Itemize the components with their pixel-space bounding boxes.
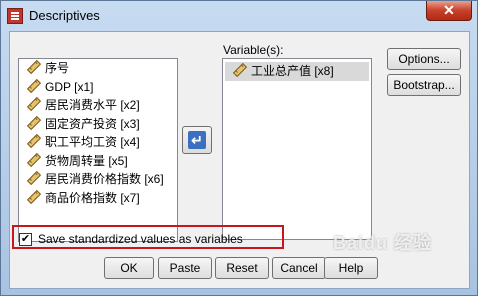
- scale-ruler-icon: [26, 115, 42, 130]
- list-item-label: 序号: [45, 61, 70, 75]
- variables-label: Variable(s):: [223, 43, 284, 57]
- reset-button[interactable]: Reset: [215, 257, 269, 279]
- list-item[interactable]: 居民消费水平 [x2]: [19, 96, 177, 115]
- bootstrap-button[interactable]: Bootstrap...: [387, 74, 461, 96]
- help-button[interactable]: Help: [324, 257, 378, 279]
- title-bar[interactable]: Descriptives ✕: [1, 1, 477, 31]
- scale-ruler-icon: [232, 62, 248, 78]
- spss-app-icon: [7, 8, 23, 24]
- list-item-label: 居民消费水平 [x2]: [45, 98, 140, 112]
- scale-ruler-icon: [26, 133, 42, 149]
- move-variable-button[interactable]: ↵: [182, 126, 212, 154]
- list-item[interactable]: 序号: [19, 59, 177, 78]
- scale-ruler-icon: [26, 189, 42, 204]
- list-item-label: 商品价格指数 [x7]: [45, 190, 140, 205]
- close-button[interactable]: ✕: [426, 1, 472, 21]
- scale-ruler-icon: [26, 152, 42, 167]
- list-item[interactable]: 职工平均工资 [x4]: [19, 133, 177, 152]
- baidu-watermark: Baidu 经验: [333, 233, 433, 253]
- scale-ruler-icon: [26, 170, 42, 186]
- list-item[interactable]: 商品价格指数 [x7]: [19, 189, 177, 208]
- selected-variables-list[interactable]: 工业总产值 [x8]: [222, 58, 372, 240]
- list-item[interactable]: 工业总产值 [x8]: [225, 62, 369, 81]
- save-standardized-label[interactable]: Save standardized values as variables: [38, 232, 243, 246]
- scale-ruler-icon: [26, 78, 42, 93]
- source-variable-list[interactable]: 序号 GDP [x1] 居民消费水平 [x2] 固定资产投资 [x3] 职工平均…: [18, 58, 178, 242]
- list-item-label: 居民消费价格指数 [x6]: [45, 172, 164, 186]
- ok-button[interactable]: OK: [104, 257, 154, 279]
- scale-ruler-icon: [26, 96, 42, 112]
- list-item-label: 固定资产投资 [x3]: [45, 116, 140, 131]
- list-item[interactable]: 居民消费价格指数 [x6]: [19, 170, 177, 189]
- paste-button[interactable]: Paste: [158, 257, 212, 279]
- list-item-label: GDP [x1]: [45, 79, 94, 94]
- cancel-button[interactable]: Cancel: [272, 257, 326, 279]
- list-item[interactable]: GDP [x1]: [19, 78, 177, 97]
- descriptives-dialog: Descriptives ✕ 序号 GDP [x1] 居民消费水平 [x2] 固…: [0, 0, 478, 296]
- list-item[interactable]: 固定资产投资 [x3]: [19, 115, 177, 134]
- save-standardized-checkbox[interactable]: ✔: [19, 233, 32, 246]
- list-item[interactable]: 货物周转量 [x5]: [19, 152, 177, 171]
- move-arrow-icon: ↵: [188, 131, 206, 149]
- list-item-label: 工业总产值 [x8]: [251, 64, 334, 78]
- window-title: Descriptives: [29, 8, 100, 23]
- list-item-label: 职工平均工资 [x4]: [45, 135, 140, 149]
- scale-ruler-icon: [26, 59, 42, 75]
- options-button[interactable]: Options...: [387, 48, 461, 70]
- list-item-label: 货物周转量 [x5]: [45, 153, 128, 168]
